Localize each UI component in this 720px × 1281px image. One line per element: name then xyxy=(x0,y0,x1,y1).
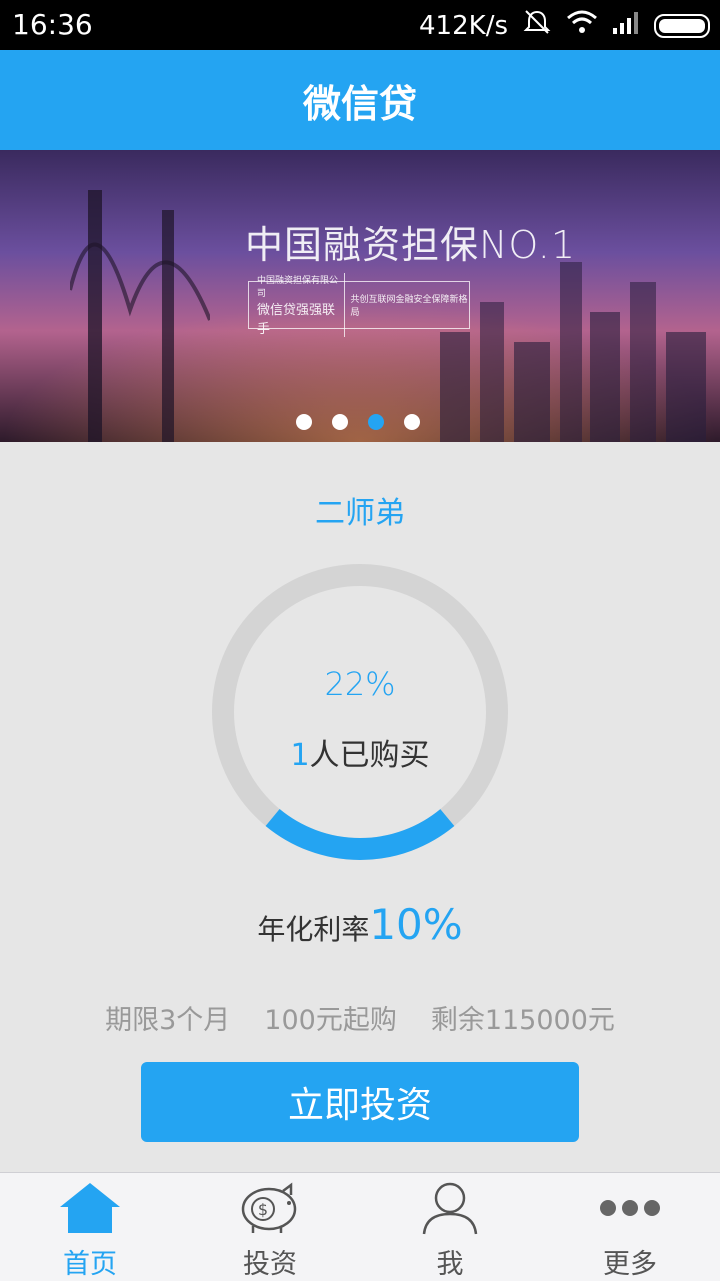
city-skyline xyxy=(440,262,706,442)
svg-text:$: $ xyxy=(258,1200,268,1219)
buyers-count-text: 1人已购买 xyxy=(0,730,720,774)
app-title: 微信贷 xyxy=(302,81,417,126)
promo-banner[interactable]: 中国融资担保NO.1 中国融资担保有限公司 微信贷强强联手 共创互联网金融安全保… xyxy=(0,150,720,442)
buyers-suffix: 人已购买 xyxy=(309,738,430,773)
remaining-text: 剩余115000元 xyxy=(430,1005,615,1036)
status-time: 16:36 xyxy=(12,8,93,41)
tab-more[interactable]: 更多 xyxy=(540,1173,720,1281)
tab-invest[interactable]: $ 投资 xyxy=(180,1173,360,1281)
buyers-count: 1 xyxy=(290,738,310,773)
carousel-dot[interactable] xyxy=(404,414,420,430)
annual-rate: 年化利率10% xyxy=(0,900,720,949)
banner-headline: 中国融资担保NO.1 xyxy=(245,223,577,267)
battery-icon xyxy=(654,13,710,38)
bottom-tab-bar: 首页 $ 投资 我 更多 xyxy=(0,1172,720,1281)
invest-now-button[interactable]: 立即投资 xyxy=(141,1062,579,1142)
bridge-silhouette xyxy=(70,190,210,442)
banner-box-line2: 微信贷强强联手 xyxy=(257,303,336,337)
carousel-indicators xyxy=(296,414,420,430)
mute-alarm-icon xyxy=(522,8,552,43)
rate-value: 10% xyxy=(369,900,463,949)
tab-invest-label: 投资 xyxy=(243,1249,297,1280)
progress-ring xyxy=(211,564,508,860)
home-icon xyxy=(58,1179,122,1236)
banner-tagline-box: 中国融资担保有限公司 微信贷强强联手 共创互联网金融安全保障新格局 xyxy=(248,273,470,337)
rate-label: 年化利率 xyxy=(257,913,370,946)
app-title-bar: 微信贷 xyxy=(0,50,720,150)
product-name: 二师弟 xyxy=(315,496,405,531)
carousel-dot[interactable] xyxy=(296,414,312,430)
product-terms: 期限3个月 100元起购 剩余115000元 xyxy=(0,998,720,1037)
user-icon xyxy=(420,1179,480,1236)
status-icons: 412K/s xyxy=(419,8,710,43)
carousel-dot[interactable] xyxy=(332,414,348,430)
wifi-icon xyxy=(566,9,598,42)
more-icon xyxy=(598,1179,662,1236)
piggy-bank-icon: $ xyxy=(235,1179,305,1236)
tab-more-label: 更多 xyxy=(603,1249,657,1280)
progress-ring-fill xyxy=(211,564,508,860)
signal-icon xyxy=(612,10,640,41)
term-text: 期限3个月 xyxy=(105,1005,231,1036)
tab-me[interactable]: 我 xyxy=(360,1173,540,1281)
carousel-dot-active[interactable] xyxy=(368,414,384,430)
tab-home[interactable]: 首页 xyxy=(0,1173,180,1281)
progress-ring-track xyxy=(212,564,508,860)
banner-tagline-left: 中国融资担保有限公司 微信贷强强联手 xyxy=(249,273,345,337)
status-bar: 16:36 412K/s xyxy=(0,0,720,50)
banner-box-right: 共创互联网金融安全保障新格局 xyxy=(350,295,468,318)
network-speed: 412K/s xyxy=(419,10,508,41)
min-purchase-text: 100元起购 xyxy=(264,1005,397,1036)
banner-box-line1: 中国融资担保有限公司 xyxy=(257,276,339,299)
tab-me-label: 我 xyxy=(436,1249,464,1280)
tab-home-label: 首页 xyxy=(63,1249,117,1280)
progress-percent: 22% xyxy=(324,665,396,703)
